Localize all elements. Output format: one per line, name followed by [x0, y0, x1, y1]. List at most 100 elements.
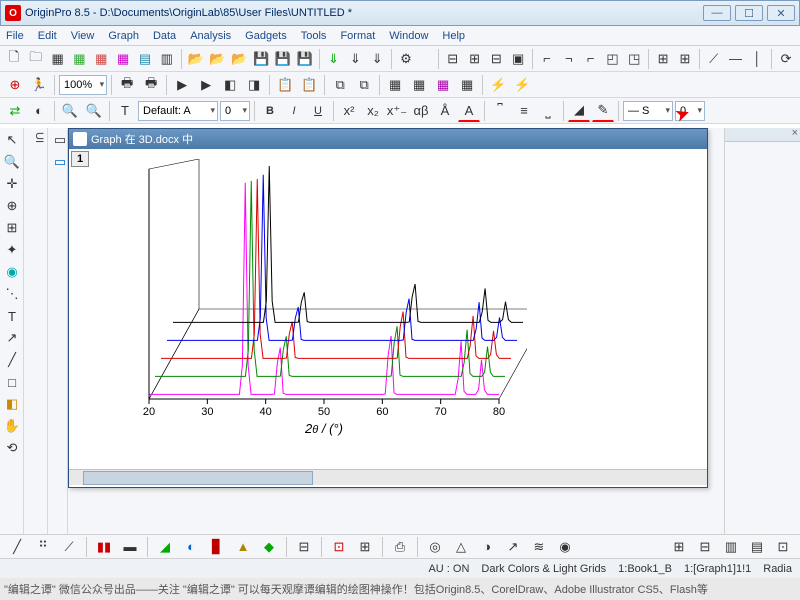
menu-data[interactable]: Data — [153, 30, 176, 42]
text-icon[interactable]: T — [2, 306, 22, 326]
print-icon[interactable]: 🖶 — [116, 74, 138, 96]
text-tool-icon[interactable]: T — [114, 100, 136, 122]
font-color-icon[interactable]: A — [458, 100, 480, 122]
greek-icon[interactable]: αβ — [410, 100, 432, 122]
minimize-button[interactable]: — — [703, 5, 731, 21]
plot-bar-icon[interactable]: ▬ — [119, 536, 141, 558]
slideshow3-icon[interactable]: ◧ — [219, 74, 241, 96]
pointer-icon[interactable]: ↖ — [2, 130, 22, 150]
region2-icon[interactable]: ◧ — [2, 394, 22, 414]
arrow-icon[interactable]: ↗ — [2, 328, 22, 348]
xf4-icon[interactable]: ▤ — [746, 536, 768, 558]
font-combo[interactable]: Default: A — [138, 101, 218, 121]
add-inset-icon[interactable]: ◰ — [603, 48, 623, 70]
new-excel-icon[interactable]: ▦ — [70, 48, 90, 70]
new-notes-icon[interactable]: ▤ — [135, 48, 155, 70]
print-preview-icon[interactable]: 🖶 — [140, 74, 162, 96]
open-icon[interactable]: 📂 — [186, 48, 206, 70]
subscript-icon[interactable]: x₂ — [362, 100, 384, 122]
arrange-icon[interactable]: ⊞ — [675, 48, 695, 70]
menu-file[interactable]: File — [6, 30, 24, 42]
ops-icon[interactable]: ⚡ — [487, 74, 509, 96]
line-color-icon[interactable]: ✎ — [592, 100, 614, 122]
align-top-icon[interactable]: ⎴ — [489, 100, 511, 122]
new-matrix-icon[interactable]: ▦ — [113, 48, 133, 70]
fill-color-icon[interactable]: ◢ — [568, 100, 590, 122]
italic-icon[interactable]: I — [283, 100, 305, 122]
xf5-icon[interactable]: ⊡ — [772, 536, 794, 558]
plot-hist-icon[interactable]: ⊞ — [354, 536, 376, 558]
layer-tab-1[interactable]: 1 — [71, 151, 89, 167]
copy-page-icon[interactable]: 📋 — [274, 74, 296, 96]
plot-area[interactable]: 203040506070802θ / (°) — [111, 159, 527, 439]
rescale-icon[interactable]: ⊕ — [4, 74, 26, 96]
bold-icon[interactable]: B — [259, 100, 281, 122]
menu-format[interactable]: Format — [340, 30, 375, 42]
zoom-rect-icon[interactable]: 🔍 — [2, 152, 22, 172]
plot-polar-icon[interactable]: ◎ — [424, 536, 446, 558]
zoom-combo[interactable]: 100% — [59, 75, 107, 95]
col3-icon[interactable]: ▦ — [432, 74, 454, 96]
menu-graph[interactable]: Graph — [108, 30, 139, 42]
menu-help[interactable]: Help — [442, 30, 465, 42]
col-icon[interactable]: ▦ — [384, 74, 406, 96]
mask-icon[interactable]: ◐ — [28, 100, 50, 122]
rect-tool-icon[interactable]: □ — [2, 372, 22, 392]
maximize-button[interactable]: ☐ — [735, 5, 763, 21]
import-wizard-icon[interactable]: ⇓ — [324, 48, 344, 70]
menu-analysis[interactable]: Analysis — [190, 30, 231, 42]
menu-gadgets[interactable]: Gadgets — [245, 30, 287, 42]
plot-pie-icon[interactable]: ◐ — [180, 536, 202, 558]
fontsize-combo[interactable]: 0 — [220, 101, 250, 121]
rotate-icon[interactable]: ⟲ — [2, 438, 22, 458]
line-icon[interactable]: ⟋ — [704, 48, 724, 70]
graph-window-titlebar[interactable]: Graph 在 3D.docx 中 — [69, 129, 707, 149]
data-reader-icon[interactable]: ⊕ — [2, 196, 22, 216]
batch-icon[interactable]: ⚙ — [396, 48, 416, 70]
side-panel[interactable]: UI — [24, 128, 48, 538]
col2-icon[interactable]: ▦ — [408, 74, 430, 96]
slideshow-icon[interactable]: ▶ — [171, 74, 193, 96]
layer-icon[interactable]: ▭ — [50, 130, 70, 150]
slideshow2-icon[interactable]: ▶ — [195, 74, 217, 96]
save-template-icon[interactable]: 💾 — [273, 48, 293, 70]
open-excel-icon[interactable]: 📂 — [229, 48, 249, 70]
data-selector-icon[interactable]: ⊞ — [2, 218, 22, 238]
plot-scatter-icon[interactable]: ⠛ — [32, 536, 54, 558]
new-folder-icon[interactable]: 🗀 — [26, 48, 46, 70]
plot-linesymbol-icon[interactable]: ⟋ — [58, 536, 80, 558]
graph-window[interactable]: Graph 在 3D.docx 中 1 203040506070802θ / (… — [68, 128, 708, 488]
line-tool-icon[interactable]: ╱ — [2, 350, 22, 370]
save-window-icon[interactable]: 💾 — [295, 48, 315, 70]
menu-edit[interactable]: Edit — [38, 30, 57, 42]
hline-icon[interactable]: — — [726, 48, 746, 70]
duplicate2-icon[interactable]: ⧉ — [353, 74, 375, 96]
plot-contour-icon[interactable]: ◉ — [554, 536, 576, 558]
menu-window[interactable]: Window — [389, 30, 428, 42]
layout-h-icon[interactable]: ⊟ — [443, 48, 463, 70]
plot-line-icon[interactable]: ╱ — [6, 536, 28, 558]
screen-reader-icon[interactable]: ✛ — [2, 174, 22, 194]
col4-icon[interactable]: ▦ — [456, 74, 478, 96]
graph-hscrollbar[interactable] — [69, 469, 707, 485]
refresh-icon[interactable]: ⟳ — [776, 48, 796, 70]
xf2-icon[interactable]: ⊟ — [694, 536, 716, 558]
close-button[interactable]: ✕ — [767, 5, 795, 21]
new-workbook-icon[interactable]: ▦ — [48, 48, 68, 70]
ops2-icon[interactable]: ⚡ — [511, 74, 533, 96]
pan-icon[interactable]: ✋ — [2, 416, 22, 436]
new-project-icon[interactable]: 🗋 — [4, 48, 24, 70]
zoom-out-icon[interactable]: 🔍 — [83, 100, 105, 122]
plot-vector-icon[interactable]: ↗ — [502, 536, 524, 558]
superscript-icon[interactable]: x² — [338, 100, 360, 122]
plot-box-icon[interactable]: ⊡ — [328, 536, 350, 558]
edit-range-icon[interactable]: ⇄ — [4, 100, 26, 122]
merge-icon[interactable]: ⊞ — [653, 48, 673, 70]
align-mid-icon[interactable]: ≡ — [513, 100, 535, 122]
add-inset2-icon[interactable]: ◳ — [624, 48, 644, 70]
plot-ternary-icon[interactable]: △ — [450, 536, 472, 558]
open-template-icon[interactable]: 📂 — [207, 48, 227, 70]
mask-tool-icon[interactable]: ✦ — [2, 240, 22, 260]
linestyle-combo[interactable]: — S — [623, 101, 673, 121]
plot-fill-icon[interactable]: ◆ — [258, 536, 280, 558]
